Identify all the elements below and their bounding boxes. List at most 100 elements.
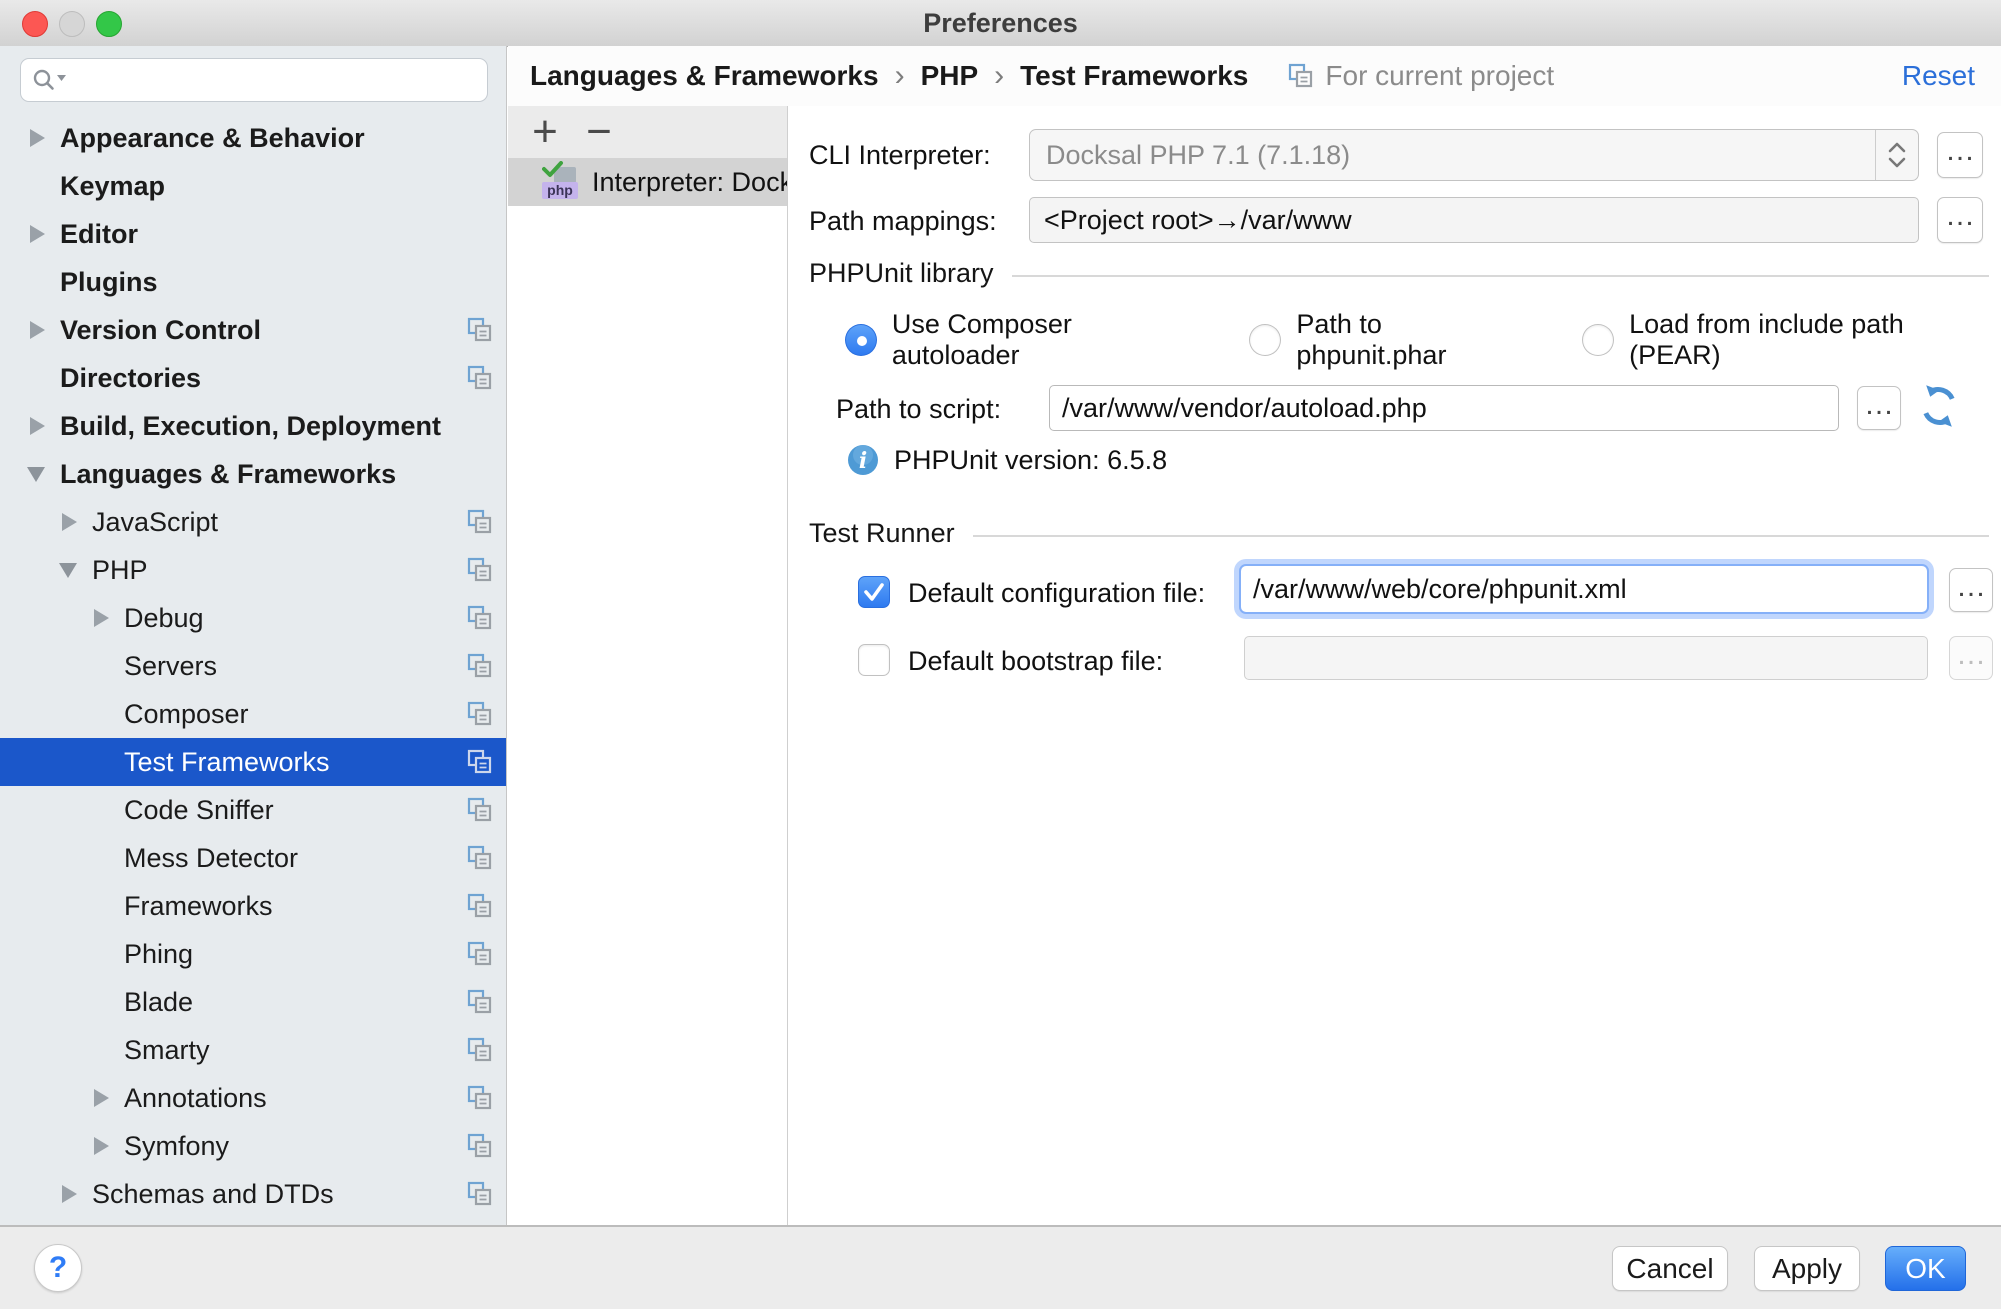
help-button[interactable]: ? [34,1244,82,1292]
preferences-window: Preferences Appearance & Behavior Keymap… [0,0,2001,1309]
cli-interpreter-value: Docksal PHP 7.1 (7.1.18) [1030,140,1875,171]
window-title: Preferences [0,8,2001,39]
radio-unselected-icon[interactable] [1582,324,1614,356]
breadcrumb: Languages & Frameworks › PHP › Test Fram… [508,46,2001,106]
expand-arrow-icon[interactable] [26,224,60,244]
settings-tree: Appearance & Behavior Keymap Editor Plug… [0,114,506,1218]
per-project-settings-icon [467,845,493,871]
phpunit-version-note: i PHPUnit version: 6.5.8 [846,440,1167,480]
expand-arrow-icon[interactable] [26,128,60,148]
scope-indicator: For current project [1288,60,1554,92]
cancel-button[interactable]: Cancel [1612,1246,1728,1291]
sidebar-item-build-execution-deployment[interactable]: Build, Execution, Deployment [0,402,506,450]
radio-unselected-icon[interactable] [1249,324,1281,356]
default-bootstrap-file-checkbox[interactable] [858,644,890,676]
sidebar-item-symfony[interactable]: Symfony [0,1122,506,1170]
path-to-script-browse-button[interactable]: … [1857,386,1901,430]
per-project-settings-icon [467,749,493,775]
test-frameworks-form: CLI Interpreter: Docksal PHP 7.1 (7.1.18… [789,106,2001,1225]
cli-interpreter-label: CLI Interpreter: [809,140,991,171]
reset-link[interactable]: Reset [1902,60,1975,92]
per-project-settings-icon [467,509,493,535]
scope-label: For current project [1325,60,1554,92]
search-input[interactable] [71,61,479,99]
sidebar-item-composer[interactable]: Composer [0,690,506,738]
cli-interpreter-select[interactable]: Docksal PHP 7.1 (7.1.18) [1029,129,1919,181]
sidebar-item-smarty[interactable]: Smarty [0,1026,506,1074]
breadcrumb-languages-frameworks[interactable]: Languages & Frameworks [530,60,879,92]
radio-path-to-phpunit-phar[interactable]: Path to phpunit.phar [1249,309,1538,371]
per-project-settings-icon [467,1037,493,1063]
breadcrumb-test-frameworks[interactable]: Test Frameworks [1020,60,1248,92]
sidebar-item-appearance-behavior[interactable]: Appearance & Behavior [0,114,506,162]
path-mappings-browse-button[interactable]: … [1937,197,1983,243]
path-mappings-field[interactable]: <Project root>→/var/www [1029,197,1919,243]
expand-arrow-icon[interactable] [90,608,124,628]
sidebar-item-annotations[interactable]: Annotations [0,1074,506,1122]
settings-search-box[interactable] [20,58,488,102]
sidebar-item-editor[interactable]: Editor [0,210,506,258]
sidebar-item-keymap[interactable]: Keymap [0,162,506,210]
cli-interpreter-browse-button[interactable]: … [1937,132,1983,178]
expand-arrow-icon[interactable] [90,1088,124,1108]
radio-selected-icon[interactable] [845,324,877,356]
expand-arrow-icon[interactable] [58,512,92,532]
sidebar-item-languages-frameworks[interactable]: Languages & Frameworks [0,450,506,498]
per-project-settings-icon [467,941,493,967]
dialog-footer: ? Cancel Apply OK [0,1225,2001,1309]
radio-use-composer-autoloader[interactable]: Use Composer autoloader [845,309,1205,371]
per-project-settings-icon [467,653,493,679]
phpunit-library-radios: Use Composer autoloader Path to phpunit.… [845,318,2001,362]
sidebar-item-mess-detector[interactable]: Mess Detector [0,834,506,882]
phpunit-library-section: PHPUnit library [809,258,1989,289]
breadcrumb-separator: › [994,59,1004,93]
expand-arrow-icon[interactable] [90,1136,124,1156]
expand-arrow-icon[interactable] [26,416,60,436]
sidebar-item-test-frameworks[interactable]: Test Frameworks [0,738,506,786]
checkmark-icon [862,581,886,603]
breadcrumb-separator: › [895,59,905,93]
list-toolbar: + − [508,106,787,158]
path-to-script-input[interactable] [1049,385,1839,431]
sidebar-item-blade[interactable]: Blade [0,978,506,1026]
interpreter-label: Interpreter: Dock [592,167,787,198]
per-project-settings-icon [467,317,493,343]
sidebar-item-code-sniffer[interactable]: Code Sniffer [0,786,506,834]
breadcrumb-php[interactable]: PHP [921,60,979,92]
default-configuration-file-checkbox[interactable] [858,576,890,608]
collapse-arrow-icon[interactable] [26,464,60,484]
expand-arrow-icon[interactable] [58,1184,92,1204]
green-check-icon [542,161,564,179]
sidebar-item-directories[interactable]: Directories [0,354,506,402]
expand-arrow-icon[interactable] [26,320,60,340]
remove-button[interactable]: − [576,109,622,155]
apply-button[interactable]: Apply [1754,1246,1860,1291]
per-project-settings-icon [467,701,493,727]
add-button[interactable]: + [522,109,568,155]
per-project-settings-icon [467,605,493,631]
default-configuration-file-browse-button[interactable]: … [1949,568,1993,612]
radio-load-from-include-path[interactable]: Load from include path (PEAR) [1582,309,2001,371]
per-project-settings-icon [467,989,493,1015]
ok-button[interactable]: OK [1885,1246,1966,1291]
sidebar-item-frameworks[interactable]: Frameworks [0,882,506,930]
sidebar-item-schemas-and-dtds[interactable]: Schemas and DTDs [0,1170,506,1218]
sidebar-item-servers[interactable]: Servers [0,642,506,690]
info-icon: i [846,443,880,477]
collapse-arrow-icon[interactable] [58,560,92,580]
interpreter-list-item[interactable]: php Interpreter: Dock [508,158,787,206]
default-configuration-file-input[interactable] [1239,564,1929,614]
sidebar-item-javascript[interactable]: JavaScript [0,498,506,546]
sidebar-item-phing[interactable]: Phing [0,930,506,978]
stepper-icon[interactable] [1875,130,1918,180]
search-options-caret-icon [57,75,66,81]
sidebar-item-debug[interactable]: Debug [0,594,506,642]
sidebar-item-version-control[interactable]: Version Control [0,306,506,354]
sidebar-item-plugins[interactable]: Plugins [0,258,506,306]
default-configuration-file-label: Default configuration file: [908,578,1205,609]
per-project-settings-icon [467,1085,493,1111]
title-bar: Preferences [0,0,2001,47]
sidebar-item-php[interactable]: PHP [0,546,506,594]
interpreter-list-panel: + − php Interpreter: Dock [508,106,788,1225]
reload-icon[interactable] [1915,382,1963,430]
